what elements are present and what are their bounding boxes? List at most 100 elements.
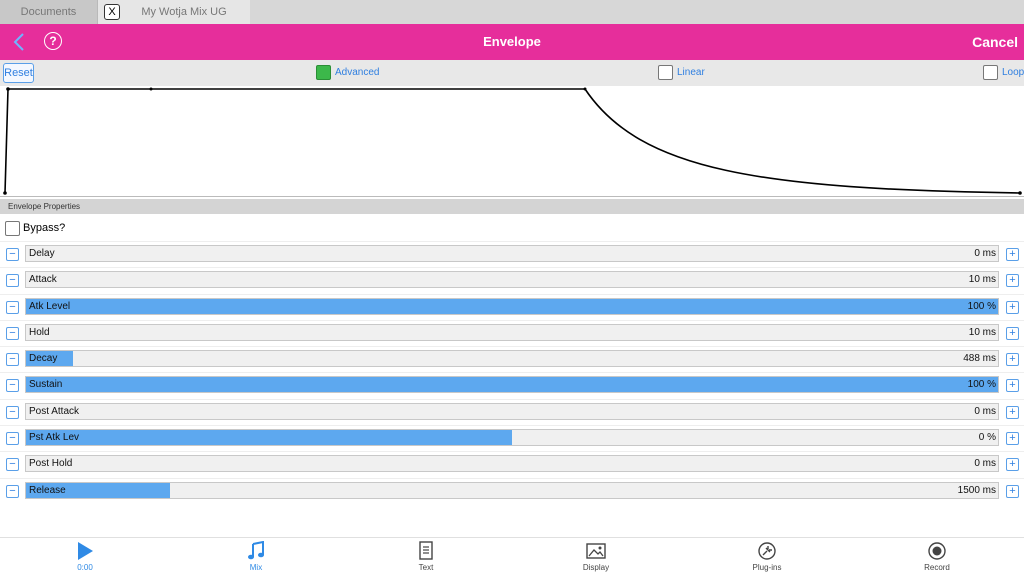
advanced-checkbox[interactable] <box>316 65 331 80</box>
slider-fill <box>26 377 998 393</box>
decrement-button[interactable]: − <box>6 300 19 314</box>
increment-button[interactable]: + <box>1006 379 1019 393</box>
param-row-pst-atk-lev: − Pst Atk Lev 0 % + <box>0 425 1024 451</box>
bypass-checkbox[interactable] <box>5 221 20 236</box>
decrement-button[interactable]: − <box>6 326 19 340</box>
document-tab-strip: Documents My Wotja Mix UG X <box>0 0 1024 24</box>
decrement-button[interactable]: − <box>6 353 19 367</box>
param-slider[interactable]: Release 1500 ms <box>25 481 999 499</box>
param-row-post-hold: − Post Hold 0 ms + <box>0 451 1024 477</box>
bottom-tab-bar: 0:00 Mix Text Display Plug-ins Record <box>0 537 1024 577</box>
param-label: Post Attack <box>29 405 80 417</box>
param-slider[interactable]: Hold 10 ms <box>25 323 999 341</box>
param-row-release: − Release 1500 ms + <box>0 477 1024 504</box>
param-slider[interactable]: Attack 10 ms <box>25 271 999 289</box>
tab-text[interactable]: Text <box>386 541 466 572</box>
param-slider[interactable]: Atk Level 100 % <box>25 297 999 315</box>
decrement-button[interactable]: − <box>6 274 19 288</box>
reset-button[interactable]: Reset <box>3 63 34 83</box>
param-value: 100 % <box>967 379 996 391</box>
param-value: 0 ms <box>974 248 996 259</box>
decrement-button[interactable]: − <box>6 405 19 419</box>
envelope-node[interactable] <box>583 87 587 91</box>
param-label: Decay <box>29 353 58 365</box>
page-title: Envelope <box>483 34 541 49</box>
decrement-button[interactable]: − <box>6 484 19 498</box>
tab-label: 0:00 <box>77 563 93 572</box>
bypass-row: Bypass? <box>0 218 1024 240</box>
increment-button[interactable]: + <box>1006 248 1019 261</box>
bypass-label: Bypass? <box>23 222 66 234</box>
increment-button[interactable]: + <box>1006 353 1019 367</box>
slider-fill <box>26 298 998 314</box>
tab-play[interactable]: 0:00 <box>45 541 125 572</box>
envelope-node[interactable] <box>1018 191 1022 195</box>
param-label: Pst Atk Lev <box>29 432 80 444</box>
envelope-node[interactable] <box>149 87 153 91</box>
record-icon <box>928 542 946 560</box>
param-slider[interactable]: Post Hold 0 ms <box>25 455 999 473</box>
tab-current-document[interactable]: My Wotja Mix UG <box>98 0 250 24</box>
increment-button[interactable]: + <box>1006 326 1019 340</box>
param-value: 10 ms <box>968 326 996 338</box>
loop-checkbox[interactable] <box>983 65 998 80</box>
increment-button[interactable]: + <box>1006 458 1019 472</box>
decrement-button[interactable]: − <box>6 379 19 393</box>
param-slider[interactable]: Delay 0 ms <box>25 245 999 262</box>
param-value: 1500 ms <box>957 484 996 496</box>
loop-label: Loop <box>1002 67 1024 78</box>
param-slider[interactable]: Pst Atk Lev 0 % <box>25 429 999 447</box>
document-icon <box>419 541 433 560</box>
increment-button[interactable]: + <box>1006 274 1019 288</box>
tab-label: Record <box>924 563 950 572</box>
close-tab-button[interactable]: X <box>104 4 120 20</box>
decrement-button[interactable]: − <box>6 432 19 446</box>
tab-display[interactable]: Display <box>556 541 636 572</box>
section-title: Envelope Properties <box>0 199 1024 214</box>
param-value: 488 ms <box>963 353 996 365</box>
increment-button[interactable]: + <box>1006 300 1019 314</box>
param-row-sustain: − Sustain 100 % + <box>0 372 1024 398</box>
param-slider[interactable]: Post Attack 0 ms <box>25 402 999 420</box>
envelope-parameter-list: − Delay 0 ms + − Attack 10 ms + − Atk Le… <box>0 241 1024 504</box>
play-icon <box>78 542 93 560</box>
tab-label: Plug-ins <box>752 563 782 572</box>
increment-button[interactable]: + <box>1006 484 1019 498</box>
param-row-attack: − Attack 10 ms + <box>0 267 1024 293</box>
param-value: 0 % <box>978 432 996 444</box>
tab-label: Mix <box>249 563 263 572</box>
tab-documents[interactable]: Documents <box>0 0 98 24</box>
plugin-icon <box>758 542 776 560</box>
image-icon <box>586 543 606 559</box>
param-slider[interactable]: Decay 488 ms <box>25 350 999 368</box>
param-row-post-attack: − Post Attack 0 ms + <box>0 398 1024 425</box>
tab-document-title: My Wotja Mix UG <box>141 6 227 18</box>
param-row-delay: − Delay 0 ms + <box>0 241 1024 267</box>
tab-label: Text <box>418 563 434 572</box>
increment-button[interactable]: + <box>1006 432 1019 446</box>
tab-plugins[interactable]: Plug-ins <box>727 541 807 572</box>
param-label: Post Hold <box>29 458 73 470</box>
cancel-button[interactable]: Cancel <box>972 24 1018 60</box>
linear-checkbox[interactable] <box>658 65 673 80</box>
increment-button[interactable]: + <box>1006 405 1019 419</box>
envelope-node[interactable] <box>6 87 10 91</box>
linear-label: Linear <box>677 67 705 78</box>
param-label: Atk Level <box>29 300 71 312</box>
envelope-graph[interactable] <box>0 86 1024 197</box>
nav-bar: ? Envelope Cancel <box>0 24 1024 60</box>
param-value: 0 ms <box>974 405 996 417</box>
param-slider[interactable]: Sustain 100 % <box>25 376 999 394</box>
param-label: Sustain <box>29 379 63 391</box>
advanced-label: Advanced <box>335 67 380 78</box>
envelope-node[interactable] <box>3 191 7 195</box>
music-note-icon <box>248 541 264 560</box>
param-label: Release <box>29 484 66 496</box>
tab-record[interactable]: Record <box>897 541 977 572</box>
param-label: Delay <box>29 248 55 259</box>
decrement-button[interactable]: − <box>6 248 19 261</box>
decrement-button[interactable]: − <box>6 458 19 472</box>
param-label: Attack <box>29 274 57 286</box>
tab-mix[interactable]: Mix <box>216 541 296 572</box>
param-value: 0 ms <box>974 458 996 470</box>
